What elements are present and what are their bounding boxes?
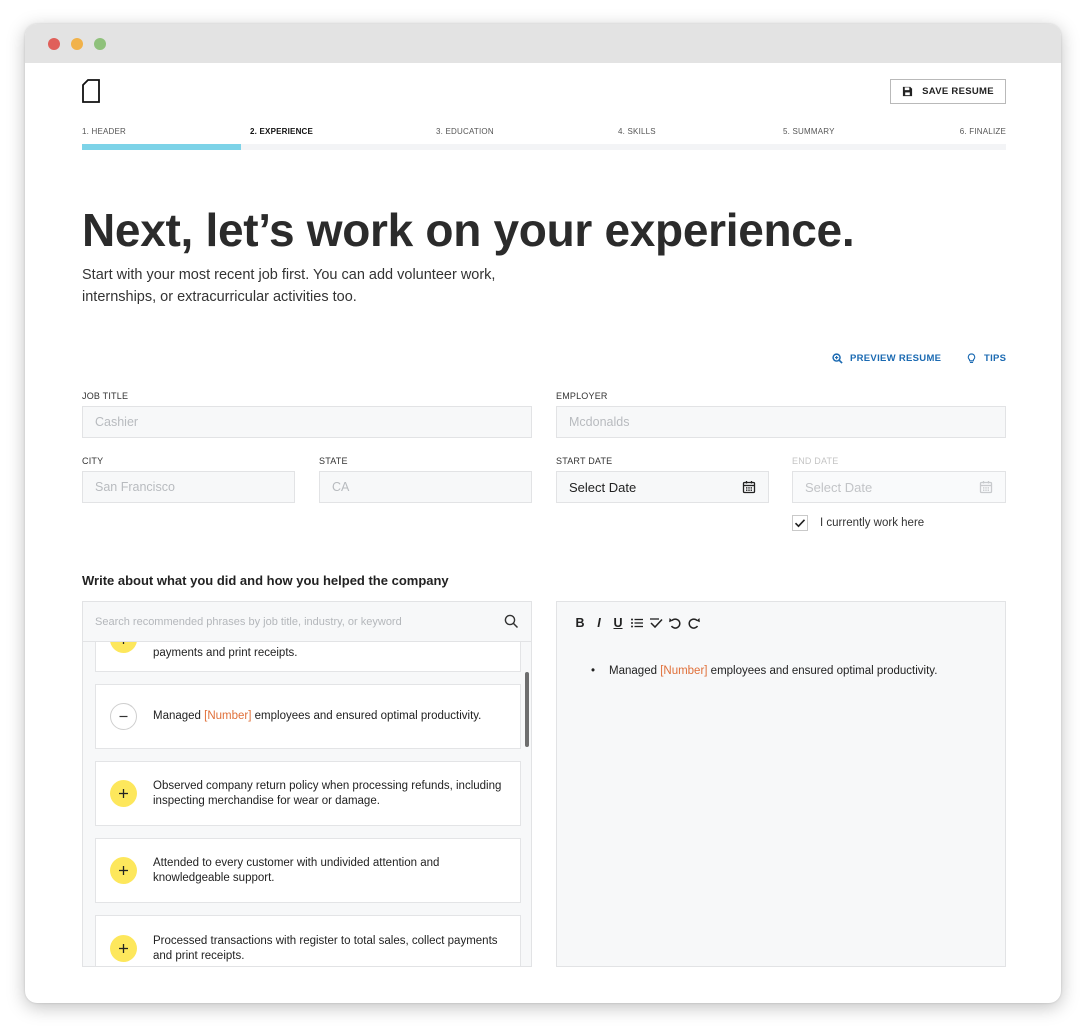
currently-work-here-checkbox[interactable]: [792, 515, 808, 531]
bullet-list-button[interactable]: [628, 614, 646, 632]
zoom-in-icon: [832, 353, 843, 364]
city-input[interactable]: [82, 471, 295, 503]
editor-bullet-text: Managed [Number] employees and ensured o…: [609, 665, 938, 677]
phrase-text: payments and print receipts.: [153, 647, 298, 659]
plus-icon: [119, 866, 128, 875]
job-title-input[interactable]: [82, 406, 532, 438]
start-date-picker[interactable]: Select Date: [556, 471, 769, 503]
maximize-window-icon[interactable]: [94, 38, 106, 50]
bold-button[interactable]: B: [571, 614, 589, 632]
phrase-text: Observed company return policy when proc…: [153, 779, 502, 807]
step-summary[interactable]: 5. SUMMARY: [783, 127, 835, 136]
bullet-list-icon: [631, 618, 643, 628]
phrase-card[interactable]: Attended to every customer with undivide…: [95, 838, 521, 903]
end-date-label: END DATE: [792, 456, 839, 466]
phrase-text: Managed [Number] employees and ensured o…: [153, 710, 482, 722]
close-window-icon[interactable]: [48, 38, 60, 50]
undo-button[interactable]: [666, 614, 684, 632]
phrase-card[interactable]: payments and print receipts.: [95, 642, 521, 672]
phrase-list[interactable]: payments and print receipts. Managed [Nu…: [82, 642, 532, 967]
add-phrase-button[interactable]: [110, 780, 137, 807]
state-input[interactable]: [319, 471, 532, 503]
start-date-label: START DATE: [556, 456, 613, 466]
lightbulb-icon: [967, 353, 976, 363]
phrase-card[interactable]: Processed transactions with register to …: [95, 915, 521, 966]
plus-icon: [122, 642, 125, 644]
job-title-label: JOB TITLE: [82, 391, 129, 401]
progress-bar-fill: [82, 144, 241, 150]
document-logo-icon[interactable]: [82, 79, 100, 103]
remove-phrase-button[interactable]: [110, 703, 137, 730]
number-placeholder-token: [Number]: [204, 710, 252, 722]
state-label: STATE: [319, 456, 348, 466]
step-education[interactable]: 3. EDUCATION: [436, 127, 494, 136]
employer-input[interactable]: [556, 406, 1006, 438]
preview-resume-label: PREVIEW RESUME: [850, 353, 942, 364]
editor-toolbar: B I U: [571, 614, 704, 632]
currently-work-here-row[interactable]: I currently work here: [792, 515, 924, 531]
phrase-list-scrollbar[interactable]: [525, 672, 529, 747]
phrase-card-selected[interactable]: Managed [Number] employees and ensured o…: [95, 684, 521, 749]
section-title: Write about what you did and how you hel…: [82, 573, 449, 588]
page-subtitle: Start with your most recent job first. Y…: [82, 267, 496, 305]
add-phrase-button[interactable]: [110, 857, 137, 884]
underline-button[interactable]: U: [609, 614, 627, 632]
preview-resume-link[interactable]: PREVIEW RESUME: [832, 353, 941, 364]
page-title: Next, let’s work on your experience.: [82, 204, 855, 256]
italic-button[interactable]: I: [590, 614, 608, 632]
checkmark-icon: [794, 519, 806, 528]
save-resume-button[interactable]: SAVE RESUME: [890, 79, 1006, 104]
calendar-icon: [979, 481, 993, 494]
currently-work-here-label: I currently work here: [820, 517, 925, 529]
spellcheck-icon: [650, 618, 663, 629]
phrase-card[interactable]: Observed company return policy when proc…: [95, 761, 521, 826]
bullet-glyph: •: [591, 665, 596, 677]
page-content: SAVE RESUME 1. HEADER 2. EXPERIENCE 3. E…: [25, 63, 1061, 1003]
start-date-value: Select Date: [569, 479, 637, 495]
tips-label: TIPS: [984, 353, 1007, 364]
tips-link[interactable]: TIPS: [966, 353, 1006, 364]
phrase-text: Processed transactions with register to …: [153, 935, 498, 962]
end-date-picker[interactable]: Select Date: [792, 471, 1006, 503]
minimize-window-icon[interactable]: [71, 38, 83, 50]
calendar-icon: [742, 481, 756, 494]
browser-window: SAVE RESUME 1. HEADER 2. EXPERIENCE 3. E…: [25, 24, 1061, 1003]
plus-icon: [119, 944, 128, 953]
number-placeholder-token: [Number]: [660, 665, 708, 677]
step-header[interactable]: 1. HEADER: [82, 127, 126, 136]
step-experience[interactable]: 2. EXPERIENCE: [250, 127, 313, 136]
end-date-value: Select Date: [805, 479, 873, 495]
search-icon[interactable]: [504, 614, 519, 629]
employer-label: EMPLOYER: [556, 391, 608, 401]
plus-icon: [119, 789, 128, 798]
description-editor[interactable]: B I U • Managed [Number] employees and e…: [556, 601, 1006, 967]
phrase-search: [82, 601, 532, 642]
floppy-disk-icon: [903, 86, 913, 97]
city-label: CITY: [82, 456, 104, 466]
spellcheck-button[interactable]: [647, 614, 665, 632]
undo-icon: [669, 618, 681, 629]
save-resume-label: SAVE RESUME: [922, 86, 994, 97]
editor-bullet-item[interactable]: • Managed [Number] employees and ensured…: [591, 665, 937, 677]
title-bar: [25, 24, 1061, 63]
progress-bar: [82, 144, 1006, 150]
add-phrase-button[interactable]: [110, 642, 137, 653]
minus-icon: [119, 715, 128, 718]
step-skills[interactable]: 4. SKILLS: [618, 127, 656, 136]
phrase-text: Attended to every customer with undivide…: [153, 856, 440, 884]
phrase-search-input[interactable]: [95, 615, 504, 628]
step-finalize[interactable]: 6. FINALIZE: [960, 127, 1006, 136]
redo-button[interactable]: [685, 614, 703, 632]
add-phrase-button[interactable]: [110, 935, 137, 962]
redo-icon: [688, 618, 700, 629]
